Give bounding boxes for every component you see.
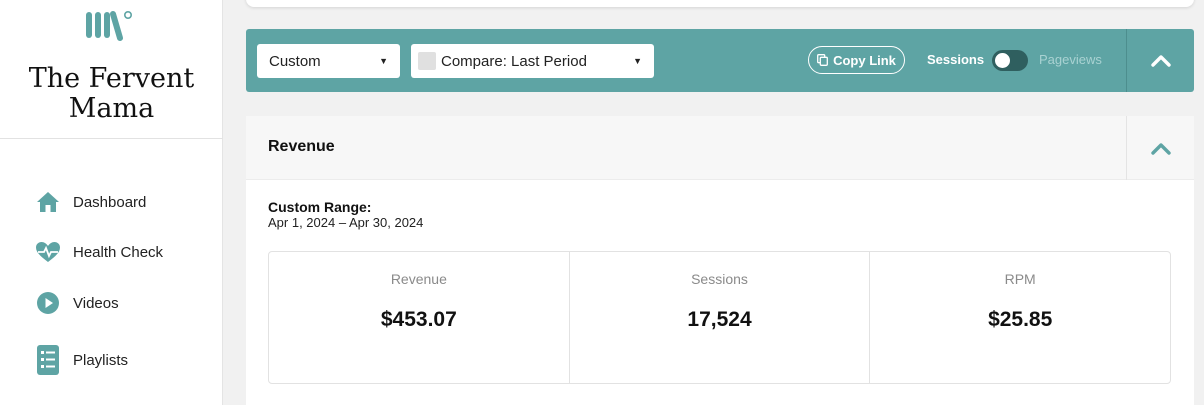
filter-toolbar: Custom ▼ Compare: Last Period ▼ Copy Lin… bbox=[246, 29, 1194, 92]
sidebar-item-health-check[interactable]: Health Check bbox=[0, 234, 223, 270]
top-card bbox=[246, 0, 1194, 7]
sidebar-item-dashboard[interactable]: Dashboard bbox=[0, 184, 223, 220]
stat-label: Sessions bbox=[691, 271, 748, 287]
sidebar-item-label: Playlists bbox=[73, 351, 129, 369]
sidebar-item-label: Dashboard bbox=[73, 193, 147, 211]
copy-icon bbox=[817, 54, 829, 66]
custom-range-label: Custom Range: bbox=[268, 199, 372, 215]
copy-link-label: Copy Link bbox=[833, 52, 896, 68]
brand-block: The Fervent Mama bbox=[0, 0, 223, 139]
stat-label: Revenue bbox=[390, 271, 447, 287]
sidebar-item-videos[interactable]: Videos bbox=[0, 285, 223, 321]
compare-select[interactable]: Compare: Last Period ▼ bbox=[411, 44, 654, 78]
home-icon bbox=[35, 189, 61, 215]
stat-value: 17,524 bbox=[687, 308, 752, 331]
list-icon bbox=[35, 345, 61, 375]
heartbeat-icon bbox=[35, 239, 61, 265]
revenue-card-title: Revenue bbox=[268, 138, 335, 155]
stat-label: RPM bbox=[1004, 271, 1036, 287]
stat-sessions: Sessions 17,524 bbox=[570, 252, 871, 383]
brand-logo-icon bbox=[86, 11, 132, 41]
sessions-pageviews-toggle[interactable] bbox=[992, 50, 1028, 71]
sidebar-item-label: Videos bbox=[73, 294, 119, 312]
stat-value: $453.07 bbox=[380, 308, 457, 331]
copy-link-button[interactable]: Copy Link bbox=[808, 46, 905, 74]
date-range-value: Custom bbox=[269, 52, 321, 70]
toggle-knob bbox=[995, 53, 1010, 68]
chevron-up-icon bbox=[1150, 55, 1171, 67]
stat-value: $25.85 bbox=[988, 308, 1053, 331]
chevron-up-icon bbox=[1150, 142, 1171, 155]
play-circle-icon bbox=[35, 290, 61, 316]
caret-down-icon: ▼ bbox=[379, 56, 388, 66]
revenue-card-header: Revenue bbox=[246, 116, 1194, 180]
date-range-select[interactable]: Custom ▼ bbox=[257, 44, 400, 78]
compare-checkbox[interactable] bbox=[418, 52, 436, 70]
toolbar-collapse-button[interactable] bbox=[1127, 29, 1194, 92]
revenue-card: Revenue Custom Range: Apr 1, 2024 – Apr … bbox=[246, 116, 1194, 405]
custom-range-value: Apr 1, 2024 – Apr 30, 2024 bbox=[268, 215, 424, 230]
toggle-label-pageviews: Pageviews bbox=[1039, 52, 1102, 67]
stats-grid: Revenue $453.07 Sessions 17,524 RPM $25.… bbox=[268, 251, 1171, 384]
brand-name: The Fervent Mama bbox=[28, 63, 195, 124]
stat-revenue: Revenue $453.07 bbox=[269, 252, 570, 383]
compare-value: Compare: Last Period bbox=[441, 52, 587, 70]
revenue-collapse-button[interactable] bbox=[1127, 116, 1194, 180]
toggle-label-sessions: Sessions bbox=[927, 52, 985, 67]
sidebar-item-playlists[interactable]: Playlists bbox=[0, 342, 223, 378]
caret-down-icon: ▼ bbox=[633, 56, 642, 66]
stat-rpm: RPM $25.85 bbox=[870, 252, 1170, 383]
sidebar: The Fervent Mama Dashboard Health Check … bbox=[0, 0, 223, 405]
sidebar-item-label: Health Check bbox=[73, 243, 164, 261]
